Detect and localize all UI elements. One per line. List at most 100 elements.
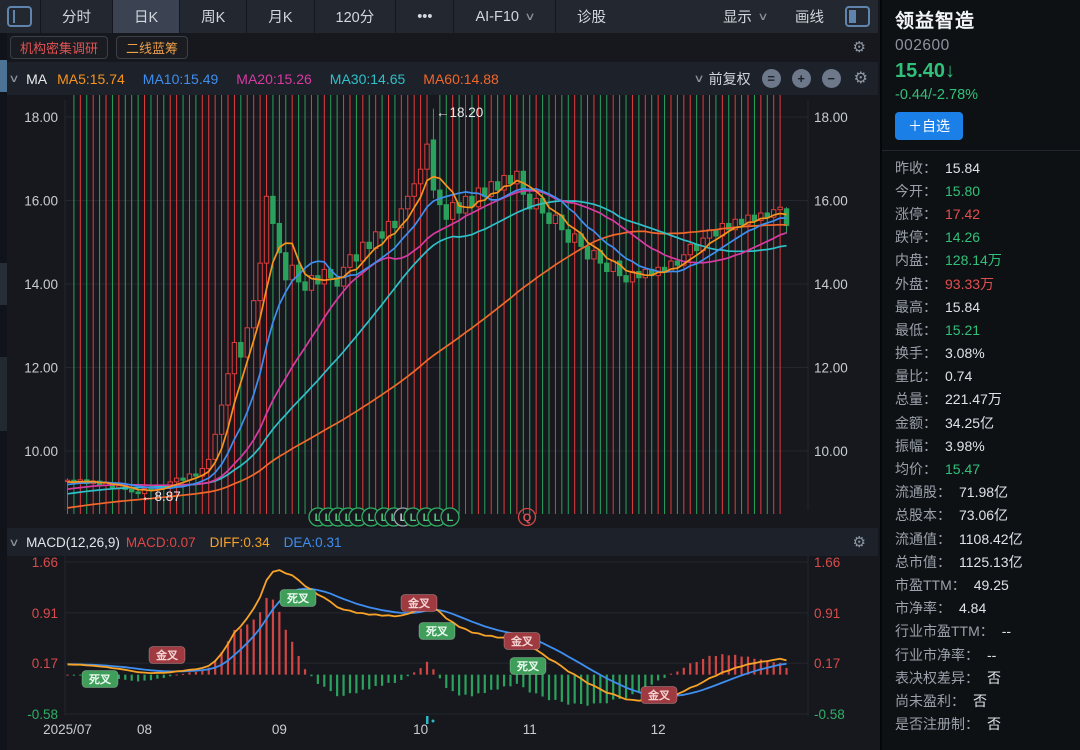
stat-label: 换手：: [895, 343, 937, 363]
stock-info-sidebar: 领益智造 002600 15.40↓ -0.44/-2.78% ＋自选 昨收：1…: [880, 0, 1080, 750]
svg-text:11: 11: [523, 722, 537, 737]
stat-label: 流通值：: [895, 529, 951, 549]
svg-text:L: L: [368, 512, 375, 524]
reset-zoom-button[interactable]: =: [762, 69, 781, 88]
display-menu[interactable]: 显示∨: [709, 0, 781, 33]
svg-text:1.66: 1.66: [32, 555, 58, 570]
concept-tag[interactable]: 机构密集调研: [10, 36, 108, 59]
tab-label: AI-F10: [475, 9, 519, 25]
svg-text:死叉: 死叉: [89, 673, 112, 686]
svg-text:金叉: 金叉: [155, 648, 179, 662]
stat-label: 表决权差异：: [895, 668, 979, 688]
zoom-out-button[interactable]: −: [822, 69, 841, 88]
ma-settings-gear-icon[interactable]: ⚙: [854, 71, 868, 87]
tab-label: 诊股: [577, 6, 606, 27]
svg-text:09: 09: [272, 722, 287, 737]
tab-label: •••: [417, 9, 432, 25]
kline-macd-chart[interactable]: 18.0018.0016.0016.0014.0014.0012.0012.00…: [0, 0, 878, 750]
svg-text:0.17: 0.17: [32, 656, 58, 671]
stat-row: 总量：221.47万: [895, 388, 1080, 411]
stat-label: 市盈TTM：: [895, 575, 966, 595]
stat-list: 昨收：15.84今开：15.80涨停：17.42跌停：14.26内盘：128.1…: [882, 151, 1080, 736]
stat-label: 内盘：: [895, 250, 937, 270]
panel-left-icon-bar: [13, 10, 15, 23]
stock-code: 002600: [895, 37, 1080, 55]
svg-text:0.17: 0.17: [814, 656, 840, 671]
stat-label: 昨收：: [895, 158, 937, 178]
stat-label: 振幅：: [895, 436, 937, 456]
stat-value: 49.25: [974, 577, 1009, 593]
stat-row: 行业市盈TTM：--: [895, 620, 1080, 643]
tab-日K[interactable]: 日K: [112, 0, 179, 33]
left-strip-seg: [0, 357, 7, 431]
stat-row: 市盈TTM： 49.25: [895, 573, 1080, 596]
tab-AI-F10[interactable]: AI-F10∨: [453, 0, 555, 33]
collapse-chevron-icon[interactable]: ∨: [8, 72, 19, 85]
tab-120分[interactable]: 120分: [314, 0, 396, 33]
svg-text:L: L: [410, 512, 417, 524]
stat-label: 跌停：: [895, 227, 937, 247]
stat-label: 总量：: [895, 389, 937, 409]
macd-collapse-chevron-icon[interactable]: ∨: [8, 536, 19, 549]
svg-text:12.00: 12.00: [24, 361, 58, 376]
stat-row: 均价：15.47: [895, 457, 1080, 480]
adjust-mode-label[interactable]: 前复权: [709, 69, 751, 89]
stat-value: 93.33万: [945, 274, 994, 294]
axis-event-tick: [426, 716, 429, 724]
stat-row: 金额：34.25亿: [895, 411, 1080, 434]
svg-text:08: 08: [137, 722, 152, 737]
left-strip-seg: [0, 263, 7, 305]
stat-label: 流通股：: [895, 482, 951, 502]
price-axis-labels: 18.0018.0016.0016.0014.0014.0012.0012.00…: [24, 110, 848, 737]
left-edge-strip: [0, 33, 7, 750]
panel-left-icon[interactable]: [7, 6, 32, 27]
tab-label: 日K: [134, 6, 158, 27]
stat-label: 总股本：: [895, 505, 951, 525]
add-watchlist-button[interactable]: ＋自选: [895, 112, 963, 140]
stat-row: 量比：0.74: [895, 365, 1080, 388]
tag-row: 机构密集调研二线蓝筹 ⚙: [0, 33, 878, 62]
stat-value: 否: [973, 691, 987, 711]
panel-right-fill: [849, 10, 856, 23]
stat-row: 涨停：17.42: [895, 202, 1080, 225]
axis-event-dot: [432, 720, 435, 723]
stat-label: 均价：: [895, 459, 937, 479]
stat-value: 128.14万: [945, 250, 1002, 270]
price-change: -0.44/-2.78%: [895, 87, 1080, 103]
tab-分时[interactable]: 分时: [40, 0, 112, 33]
stat-label: 金额：: [895, 413, 937, 433]
svg-text:L: L: [447, 512, 454, 524]
ma-indicator-row: ∨ MA MA5:15.74MA10:15.49MA20:15.26MA30:1…: [0, 62, 878, 95]
tab-周K[interactable]: 周K: [179, 0, 246, 33]
concept-tag[interactable]: 二线蓝筹: [116, 36, 188, 59]
stat-row: 总市值：1125.13亿: [895, 550, 1080, 573]
stat-row: 外盘：93.33万: [895, 272, 1080, 295]
panel-right-toggle-icon[interactable]: [845, 6, 870, 27]
stat-value: 3.08%: [945, 345, 985, 361]
draw-line-button[interactable]: 画线: [781, 0, 838, 33]
zoom-in-button[interactable]: +: [792, 69, 811, 88]
stat-value: 否: [987, 714, 1001, 734]
stat-label: 是否注册制：: [895, 714, 979, 734]
tab-诊股[interactable]: 诊股: [555, 0, 627, 33]
macd-settings-gear-icon[interactable]: ⚙: [853, 535, 866, 550]
event-badges: LLLLLLLLLLLLLQ: [309, 508, 536, 526]
tab-•••[interactable]: •••: [395, 0, 453, 33]
stock-name: 领益智造: [895, 6, 1080, 33]
tab-月K[interactable]: 月K: [246, 0, 313, 33]
toolbar-right: 显示∨ 画线: [709, 0, 878, 33]
svg-text:1.66: 1.66: [814, 555, 840, 570]
stat-label: 最低：: [895, 320, 937, 340]
ma-legend: MA5:15.74MA10:15.49MA20:15.26MA30:14.65M…: [57, 71, 517, 87]
macd-header: ∨ MACD(12,26,9) MACD:0.07DIFF:0.34DEA:0.…: [0, 528, 878, 556]
svg-text:10: 10: [413, 722, 428, 737]
stat-row: 市净率：4.84: [895, 597, 1080, 620]
svg-text:2025/07: 2025/07: [43, 722, 92, 737]
left-strip-handle[interactable]: [0, 60, 7, 92]
stat-value: 15.84: [945, 299, 980, 315]
stat-value: --: [987, 647, 996, 663]
settings-gear-icon[interactable]: ⚙: [853, 40, 866, 55]
svg-text:18.00: 18.00: [814, 110, 848, 125]
adjust-chevron-icon[interactable]: ∨: [693, 72, 704, 85]
svg-text:14.00: 14.00: [24, 277, 58, 292]
